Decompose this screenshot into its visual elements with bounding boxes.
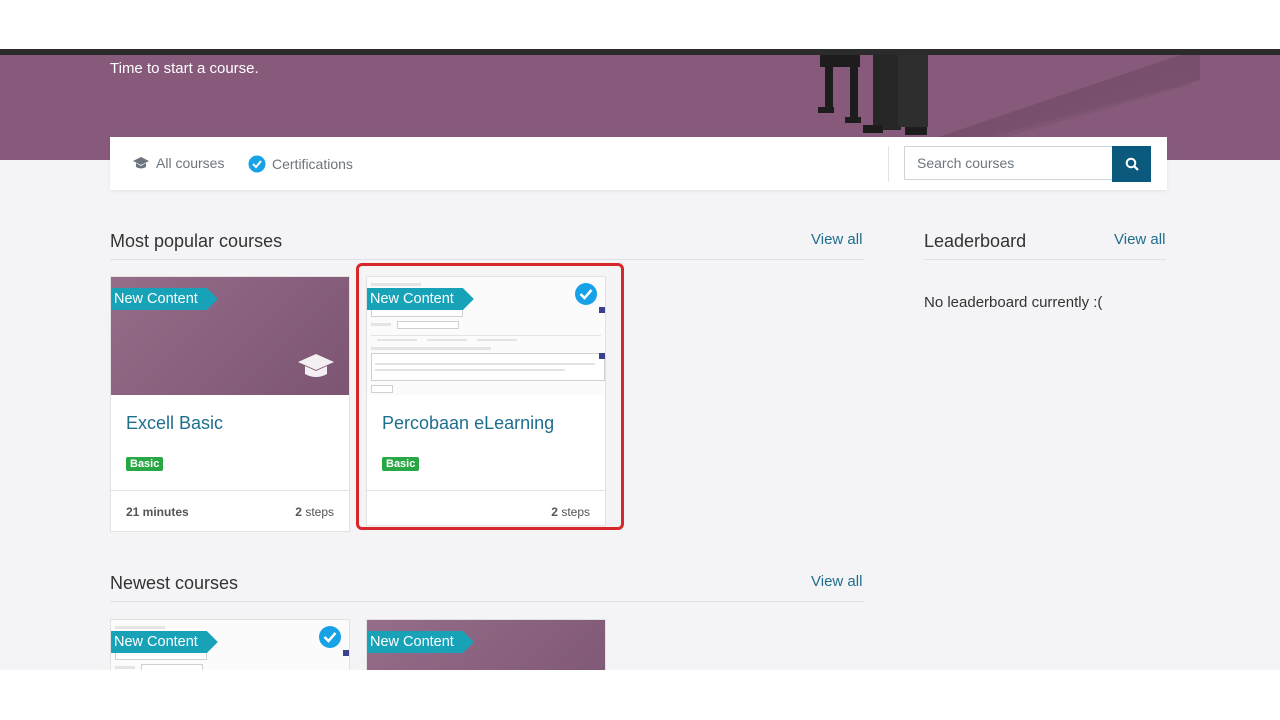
course-steps: 2 steps: [295, 505, 334, 519]
nav-all-courses-label: All courses: [156, 155, 225, 171]
course-card[interactable]: New Content: [366, 619, 606, 670]
course-navbar: All courses Certifications Search course…: [110, 137, 1167, 190]
leaderboard-title: Leaderboard: [924, 231, 1027, 251]
level-badge: Basic: [126, 457, 164, 471]
course-card[interactable]: New Content: [110, 619, 350, 670]
search-button[interactable]: [1112, 146, 1151, 182]
popular-divider: [110, 259, 864, 260]
course-title[interactable]: Excell Basic: [126, 413, 223, 434]
popular-view-all-link[interactable]: View all: [811, 231, 862, 248]
navbar-divider: [888, 146, 889, 182]
certified-check-icon: [248, 155, 266, 173]
course-card[interactable]: New Content Excell Basic Basic 21 minute…: [110, 276, 350, 532]
new-content-ribbon: New Content: [111, 288, 218, 310]
nav-all-courses[interactable]: All courses: [132, 155, 224, 171]
leaderboard-view-all-link[interactable]: View all: [1114, 231, 1165, 248]
hero-subtitle: Time to start a course.: [110, 60, 259, 77]
course-duration: 21 minutes: [126, 505, 189, 519]
leaderboard-divider: [924, 259, 1166, 260]
browser-top-area: [0, 0, 1280, 49]
highlight-frame: [356, 263, 624, 530]
card-footer: 21 minutes 2 steps: [111, 490, 349, 531]
bottom-area: [0, 670, 1280, 720]
nav-certifications[interactable]: Certifications: [248, 155, 353, 173]
newest-view-all-link[interactable]: View all: [811, 573, 862, 590]
new-content-ribbon: New Content: [367, 631, 474, 653]
search-input[interactable]: Search courses: [904, 146, 1112, 180]
graduation-cap-icon: [133, 157, 149, 169]
popular-section-title: Most popular courses: [110, 231, 283, 251]
nav-certifications-label: Certifications: [272, 156, 353, 172]
graduation-cap-icon: [298, 354, 334, 377]
search-icon: [1125, 157, 1139, 171]
newest-section-title: Newest courses: [110, 573, 239, 593]
new-content-ribbon: New Content: [111, 631, 218, 653]
leaderboard-empty-text: No leaderboard currently :(: [924, 294, 1103, 311]
newest-divider: [110, 601, 864, 602]
certified-check-icon: [319, 626, 341, 648]
